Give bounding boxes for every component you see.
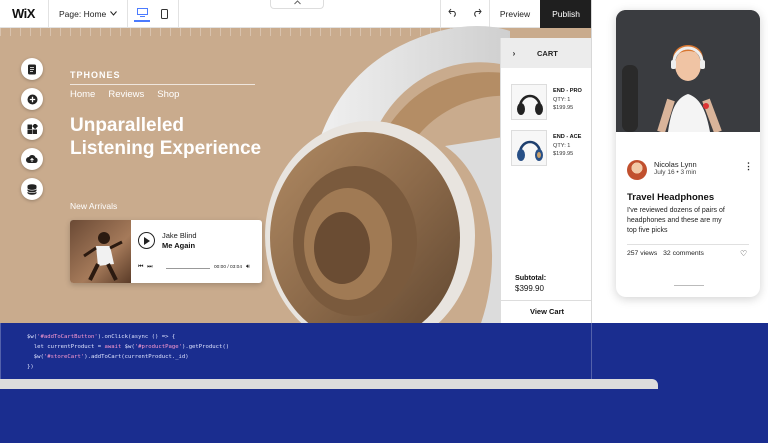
ruler-toggle[interactable] bbox=[270, 0, 324, 9]
wix-logo: WiX bbox=[12, 6, 35, 21]
publish-button[interactable]: Publish bbox=[540, 0, 591, 28]
cart-item-price: $199.95 bbox=[553, 151, 574, 157]
cart-item[interactable]: END - ACE QTY: 1 $199.95 bbox=[511, 130, 591, 170]
divider bbox=[501, 300, 591, 301]
home-indicator bbox=[674, 285, 704, 286]
hero-line: Listening Experience bbox=[70, 138, 262, 159]
hero-line: Unparalleled bbox=[70, 115, 185, 136]
product-image bbox=[511, 130, 547, 166]
track-artist: Jake Blind bbox=[162, 231, 197, 240]
cart-header: › CART bbox=[501, 38, 591, 68]
headphones-image bbox=[265, 26, 510, 323]
subtotal-value: $399.90 bbox=[515, 284, 544, 293]
chevron-down-icon bbox=[110, 11, 118, 16]
post-comments[interactable]: 32 comments bbox=[663, 250, 704, 257]
upload-icon[interactable] bbox=[21, 148, 43, 170]
database-icon[interactable] bbox=[21, 178, 43, 200]
progress-bar[interactable] bbox=[166, 268, 210, 269]
track-time: 00:00 / 03:04 bbox=[214, 265, 243, 270]
playback-controls: ⏮ ⏭ bbox=[138, 264, 153, 271]
page-selector-label: Page: Home bbox=[59, 8, 107, 19]
cart-item-qty: QTY: 1 bbox=[553, 97, 571, 103]
music-player: Jake Blind Me Again ⏮ ⏭ 00:00 / 03:04 🔊︎ bbox=[70, 220, 262, 283]
next-icon[interactable]: ⏭ bbox=[147, 264, 153, 270]
more-options-icon[interactable]: ⋮ bbox=[744, 161, 753, 172]
divider bbox=[127, 0, 129, 28]
post-title[interactable]: Travel Headphones bbox=[627, 192, 714, 203]
product-image bbox=[511, 84, 547, 120]
cart-title: CART bbox=[537, 48, 558, 58]
cart-item-qty: QTY: 1 bbox=[553, 143, 571, 149]
pages-icon[interactable] bbox=[21, 58, 43, 80]
album-art bbox=[70, 220, 131, 283]
track-title: Me Again bbox=[162, 241, 196, 250]
cart-item-name: END - PRO bbox=[553, 88, 582, 94]
post-excerpt: I've reviewed dozens of pairs of headpho… bbox=[627, 207, 725, 234]
code-line[interactable]: }) bbox=[27, 364, 34, 370]
cart-item-name: END - ACE bbox=[553, 134, 582, 140]
cart-panel: › CART END - PRO QTY: 1 $199.95 END - AC… bbox=[500, 38, 591, 323]
play-button[interactable] bbox=[138, 232, 155, 249]
laptop-base bbox=[0, 379, 658, 389]
chevron-right-icon[interactable]: › bbox=[501, 49, 527, 58]
heart-icon[interactable]: ♡ bbox=[740, 249, 747, 258]
code-line[interactable]: $w('#addToCartButton').onClick(async () … bbox=[27, 334, 175, 340]
post-meta: July 16 • 3 min bbox=[654, 169, 697, 176]
site-brand: TPHONES bbox=[70, 70, 121, 80]
nav-link-reviews[interactable]: Reviews bbox=[108, 89, 144, 100]
nav-link-home[interactable]: Home bbox=[70, 89, 95, 100]
avatar[interactable] bbox=[627, 160, 647, 180]
divider bbox=[178, 0, 180, 28]
cart-item[interactable]: END - PRO QTY: 1 $199.95 bbox=[511, 84, 591, 124]
code-line[interactable]: let currentProduct = await $w('#productP… bbox=[27, 344, 229, 350]
code-panel: $w('#addToCartButton').onClick(async () … bbox=[0, 323, 592, 380]
post-author[interactable]: Nicolas Lynn bbox=[654, 160, 697, 169]
code-line[interactable]: $w('#storeCart').addToCart(currentProduc… bbox=[27, 354, 189, 360]
mobile-preview: Nicolas Lynn July 16 • 3 min ⋮ Travel He… bbox=[616, 10, 760, 297]
view-cart-button[interactable]: View Cart bbox=[501, 307, 591, 316]
cart-item-price: $199.95 bbox=[553, 105, 574, 111]
divider bbox=[70, 84, 255, 85]
previous-icon[interactable]: ⏮ bbox=[138, 264, 144, 270]
app-canvas: WiX Page: Home Preview Publish TPHONES H… bbox=[0, 0, 768, 443]
blog-photo bbox=[616, 10, 760, 134]
undo-icon[interactable] bbox=[441, 8, 465, 20]
section-label: New Arrivals bbox=[70, 201, 118, 211]
post-views: 257 views bbox=[627, 250, 658, 257]
add-icon[interactable] bbox=[21, 88, 43, 110]
subtotal-label: Subtotal: bbox=[515, 273, 547, 282]
nav-link-shop[interactable]: Shop bbox=[157, 89, 179, 100]
page-selector[interactable]: Page: Home bbox=[49, 0, 127, 28]
chevron-up-icon bbox=[293, 0, 301, 5]
editor-tools bbox=[21, 58, 43, 200]
apps-icon[interactable] bbox=[21, 118, 43, 140]
post-stats: 257 views 32 comments bbox=[627, 250, 704, 257]
desktop-view-icon[interactable] bbox=[134, 6, 151, 22]
editor-window: WiX Page: Home Preview Publish TPHONES H… bbox=[0, 0, 592, 323]
preview-button[interactable]: Preview bbox=[488, 0, 540, 28]
mobile-view-icon[interactable] bbox=[156, 6, 172, 22]
site-nav: Home Reviews Shop bbox=[70, 89, 179, 100]
redo-icon[interactable] bbox=[465, 8, 489, 20]
divider bbox=[627, 244, 749, 245]
volume-icon[interactable]: 🔊︎ bbox=[246, 264, 250, 271]
hero-heading: Unparalleled Listening Experience bbox=[70, 114, 300, 160]
